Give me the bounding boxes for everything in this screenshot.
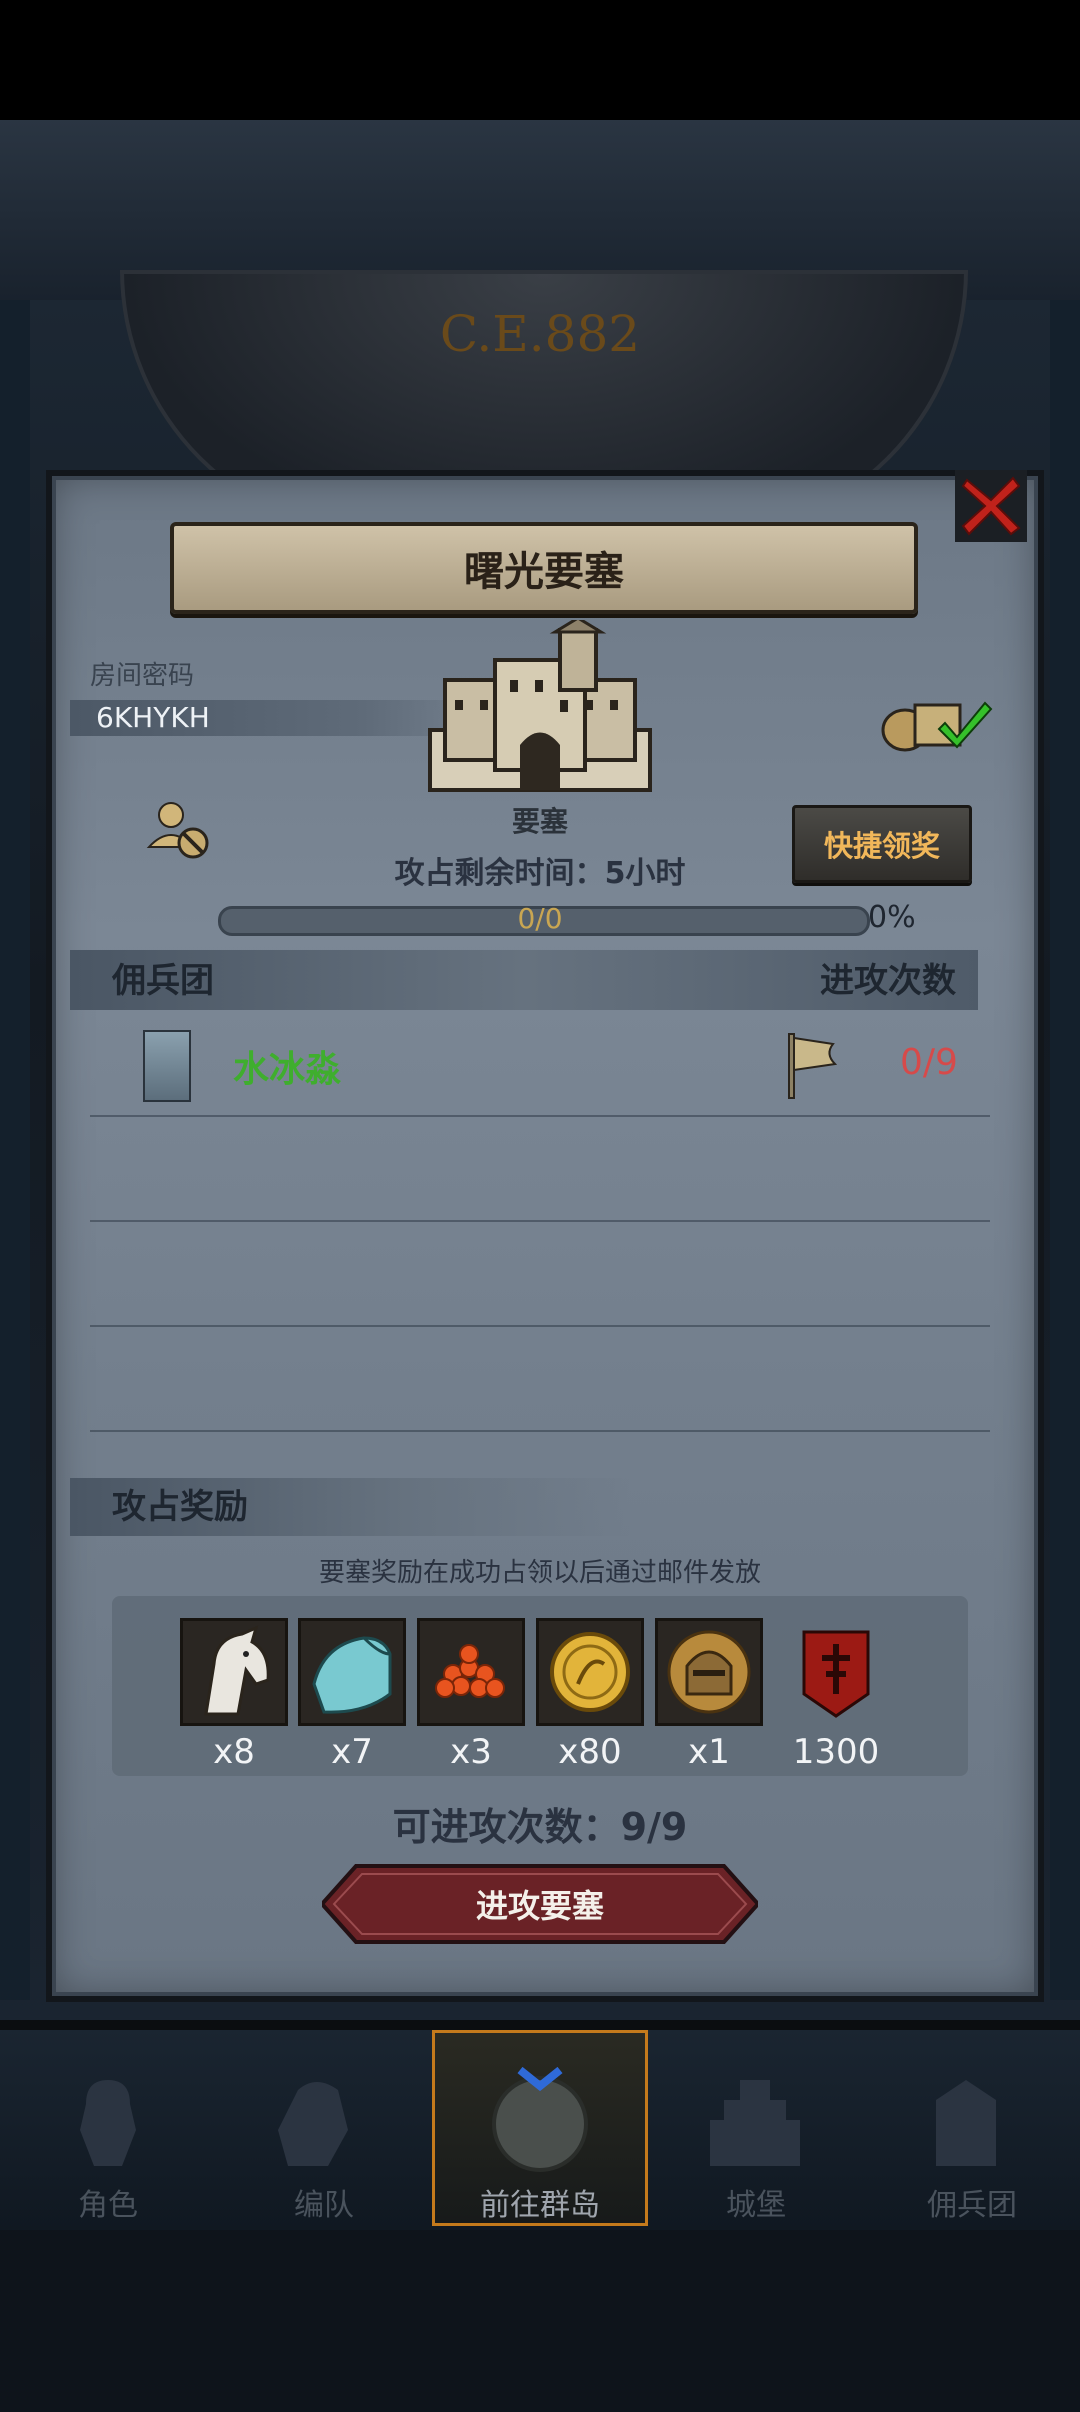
popup-title: 曙光要塞 (464, 549, 624, 595)
room-code: 6KHYKH (96, 701, 210, 734)
row-divider (90, 1430, 990, 1432)
nav-islands[interactable]: 前往群岛 (432, 2180, 648, 2224)
reward-qty: 1300 (792, 1732, 880, 1772)
row-divider (90, 1220, 990, 1222)
title-banner: 曙光要塞 (170, 522, 918, 614)
formation-nav-icon (278, 2082, 348, 2166)
reward-qty: x7 (331, 1732, 373, 1772)
left-edge (0, 300, 30, 2000)
attack-count-column-header: 进攻次数 (820, 961, 956, 1001)
no-permission-user-icon (146, 802, 209, 859)
character-nav-icon (80, 2080, 136, 2166)
castle-nav-icon (710, 2080, 800, 2166)
time-prefix: 攻占剩余时间： (394, 856, 605, 891)
knight-helmet-icon[interactable] (655, 1618, 763, 1726)
reward-note: 要塞奖励在成功占领以后通过邮件发放 (318, 1558, 761, 1588)
reward-title: 攻占奖励 (112, 1487, 248, 1527)
nav-formation[interactable]: 编队 (216, 2180, 432, 2224)
mercenary-column-header: 佣兵团 (112, 961, 214, 1001)
row-divider (90, 1115, 990, 1117)
remaining-attacks: 可进攻次数：9/9 (392, 1805, 688, 1849)
nav-castle[interactable]: 城堡 (648, 2180, 864, 2224)
reward-bag-check-icon (881, 701, 993, 752)
horse-icon[interactable] (180, 1618, 288, 1726)
status-bar (0, 0, 1080, 120)
caviar-icon[interactable] (417, 1618, 525, 1726)
cloth-icon[interactable] (298, 1618, 406, 1726)
reward-qty: x8 (213, 1732, 255, 1772)
time-value: 5小时 (604, 856, 686, 891)
flag-icon (788, 1033, 838, 1099)
capture-time-remaining: 攻占剩余时间：5小时 (340, 848, 740, 892)
progress-count: 0/0 (517, 902, 563, 935)
mercenary-nav-icon (936, 2080, 996, 2166)
mercenary-attack-count: 0/9 (900, 1042, 958, 1083)
close-icon[interactable] (955, 470, 1027, 542)
mercenary-name[interactable]: 水冰淼 (233, 1040, 341, 1092)
attack-fortress-button[interactable]: 进攻要塞 (322, 1862, 758, 1946)
quick-claim-button[interactable]: 快捷领奖 (792, 805, 972, 883)
nav-mercenary[interactable]: 佣兵团 (864, 2180, 1080, 2224)
mercenary-emblem-icon (143, 1030, 191, 1102)
system-nav-area (0, 2230, 1080, 2412)
red-banner-icon[interactable] (782, 1618, 890, 1726)
era-label: C.E.882 (439, 305, 641, 363)
reward-qty: x80 (558, 1732, 622, 1772)
gold-coin-icon[interactable] (536, 1618, 644, 1726)
nav-character[interactable]: 角色 (0, 2180, 216, 2224)
fortress-icon (428, 620, 652, 792)
fortress-label: 要塞 (511, 805, 568, 838)
reward-qty: x1 (688, 1732, 730, 1772)
right-edge (1050, 300, 1080, 2000)
islands-nav-icon (492, 2066, 588, 2172)
progress-percent: 0% (868, 900, 916, 935)
reward-qty: x3 (450, 1732, 492, 1772)
room-password-label: 房间密码 (90, 661, 195, 691)
row-divider (90, 1325, 990, 1327)
